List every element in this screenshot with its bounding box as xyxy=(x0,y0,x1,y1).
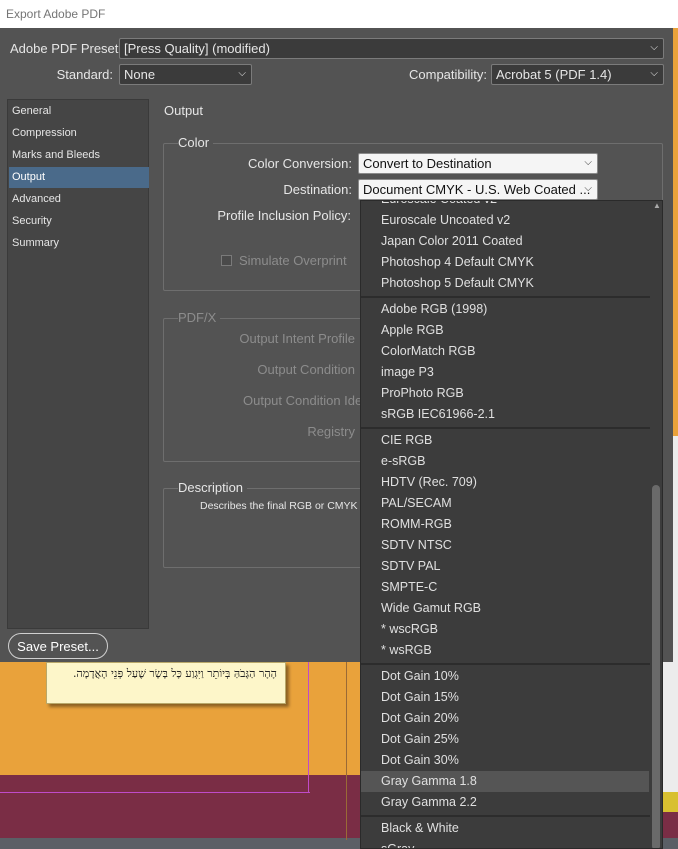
list-item[interactable]: Japan Color 2011 Coated xyxy=(361,231,649,252)
chevron-down-icon: ⌵ xyxy=(238,68,246,79)
sidebar-item-output[interactable]: Output xyxy=(9,167,149,188)
standard-select-value: None xyxy=(124,67,156,82)
list-item[interactable]: ROMM-RGB xyxy=(361,514,649,535)
sidebar-item-summary[interactable]: Summary xyxy=(9,233,149,254)
list-item[interactable]: e-sRGB xyxy=(361,451,649,472)
list-item[interactable]: ProPhoto RGB xyxy=(361,383,649,404)
list-item[interactable]: ColorMatch RGB xyxy=(361,341,649,362)
list-item[interactable]: Euroscale Coated v2 xyxy=(361,201,649,210)
sidebar-item-marks-and-bleeds[interactable]: Marks and Bleeds xyxy=(9,145,149,166)
list-item-highlighted[interactable]: Gray Gamma 1.8 xyxy=(361,771,649,792)
document-text: הָהָר הַגָּבֹהַּ בְּיוֹתֵר וַיִּגְוַע כָ… xyxy=(72,667,277,680)
list-item[interactable]: Dot Gain 15% xyxy=(361,687,649,708)
pdfx-group-title: PDF/X xyxy=(178,310,221,325)
compatibility-select[interactable]: Acrobat 5 (PDF 1.4) ⌵ xyxy=(491,64,664,85)
list-item[interactable]: Apple RGB xyxy=(361,320,649,341)
scroll-up-arrow-icon[interactable]: ▲ xyxy=(651,201,662,211)
category-sidebar: General Compression Marks and Bleeds Out… xyxy=(7,99,149,629)
destination-dropdown-list[interactable]: Euroscale Coated v2 Euroscale Uncoated v… xyxy=(360,200,663,849)
output-condition-label: Output Condition xyxy=(257,362,355,377)
list-item[interactable]: SDTV PAL xyxy=(361,556,649,577)
destination-select[interactable]: Document CMYK - U.S. Web Coated ... ⌵ xyxy=(358,179,598,200)
list-separator xyxy=(361,296,651,298)
standard-label: Standard: xyxy=(56,67,113,82)
save-preset-button[interactable]: Save Preset... xyxy=(8,633,108,659)
simulate-overprint-checkbox[interactable] xyxy=(221,255,232,266)
description-title: Description xyxy=(178,480,248,495)
list-separator xyxy=(361,427,651,429)
chevron-down-icon: ⌵ xyxy=(584,183,592,194)
sidebar-item-advanced[interactable]: Advanced xyxy=(9,189,149,210)
list-item[interactable]: image P3 xyxy=(361,362,649,383)
list-item[interactable]: HDTV (Rec. 709) xyxy=(361,472,649,493)
list-item[interactable]: Dot Gain 20% xyxy=(361,708,649,729)
list-item[interactable]: sGray xyxy=(361,839,649,848)
list-separator xyxy=(361,815,651,817)
list-item[interactable]: Adobe RGB (1998) xyxy=(361,299,649,320)
list-separator xyxy=(361,663,651,665)
list-item[interactable]: CIE RGB xyxy=(361,430,649,451)
sidebar-item-general[interactable]: General xyxy=(9,101,149,122)
document-frame-edge-vertical xyxy=(308,662,309,793)
preset-label: Adobe PDF Preset: xyxy=(10,41,122,56)
compatibility-label: Compatibility: xyxy=(409,67,488,82)
destination-label: Destination: xyxy=(283,182,352,197)
dialog-titlebar: Export Adobe PDF xyxy=(0,0,673,28)
preset-select-value: [Press Quality] (modified) xyxy=(124,41,270,56)
chevron-down-icon: ⌵ xyxy=(650,42,658,53)
preset-select[interactable]: [Press Quality] (modified) ⌵ xyxy=(119,38,664,59)
list-item[interactable]: SMPTE-C xyxy=(361,577,649,598)
list-item[interactable]: Dot Gain 30% xyxy=(361,750,649,771)
standard-select[interactable]: None ⌵ xyxy=(119,64,252,85)
chevron-down-icon: ⌵ xyxy=(650,68,658,79)
list-item[interactable]: * wscRGB xyxy=(361,619,649,640)
document-guide-line xyxy=(346,662,347,840)
description-text: Describes the final RGB or CMYK ou xyxy=(200,500,373,512)
panel-title: Output xyxy=(164,103,204,118)
list-item[interactable]: Black & White xyxy=(361,818,649,839)
destination-value: Document CMYK - U.S. Web Coated ... xyxy=(363,182,591,197)
output-condition-id-label: Output Condition Ide xyxy=(243,393,363,408)
registry-label: Registry xyxy=(307,424,355,439)
list-item[interactable]: Dot Gain 10% xyxy=(361,666,649,687)
document-frame-edge xyxy=(0,792,310,793)
color-conversion-select[interactable]: Convert to Destination ⌵ xyxy=(358,153,598,174)
titlebar-edge xyxy=(673,0,678,28)
color-conversion-value: Convert to Destination xyxy=(363,156,492,171)
document-text-frame: הָהָר הַגָּבֹהַּ בְּיוֹתֵר וַיִּגְוַע כָ… xyxy=(46,662,286,704)
window-title: Export Adobe PDF xyxy=(6,7,106,21)
list-item[interactable]: sRGB IEC61966-2.1 xyxy=(361,404,649,425)
sidebar-item-security[interactable]: Security xyxy=(9,211,149,232)
list-item[interactable]: Gray Gamma 2.2 xyxy=(361,792,649,813)
simulate-overprint-label: Simulate Overprint xyxy=(239,253,347,268)
output-intent-label: Output Intent Profile xyxy=(239,331,355,346)
list-item[interactable]: Photoshop 4 Default CMYK xyxy=(361,252,649,273)
color-group-title: Color xyxy=(178,135,214,150)
compatibility-select-value: Acrobat 5 (PDF 1.4) xyxy=(496,67,612,82)
list-item[interactable]: Photoshop 5 Default CMYK xyxy=(361,273,649,294)
list-item[interactable]: PAL/SECAM xyxy=(361,493,649,514)
list-item[interactable]: * wsRGB xyxy=(361,640,649,661)
list-item[interactable]: Wide Gamut RGB xyxy=(361,598,649,619)
sidebar-item-compression[interactable]: Compression xyxy=(9,123,149,144)
chevron-down-icon: ⌵ xyxy=(584,157,592,168)
profile-inclusion-label: Profile Inclusion Policy: xyxy=(217,208,351,223)
list-item[interactable]: Euroscale Uncoated v2 xyxy=(361,210,649,231)
list-item[interactable]: Dot Gain 25% xyxy=(361,729,649,750)
color-conversion-label: Color Conversion: xyxy=(247,156,352,171)
scrollbar-thumb[interactable] xyxy=(652,485,660,848)
list-item[interactable]: SDTV NTSC xyxy=(361,535,649,556)
